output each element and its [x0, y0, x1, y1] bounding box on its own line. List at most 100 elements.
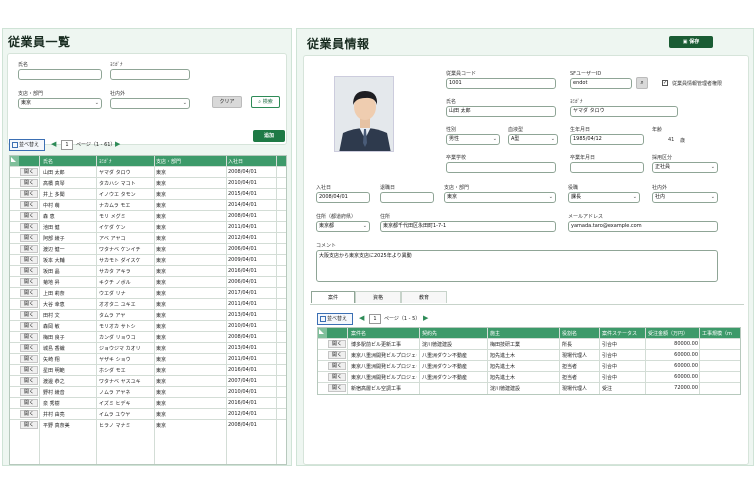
project-sort-button[interactable]: 並べ替え: [317, 313, 353, 325]
open-button[interactable]: 開く: [328, 373, 346, 381]
search-button[interactable]: ⌕ 検索: [251, 96, 280, 108]
clear-button[interactable]: クリア: [212, 96, 242, 108]
table-row[interactable]: 開く 上田 莉奈 ウエダ リナ 東京 2017/04/01: [10, 287, 286, 298]
next-page-icon[interactable]: ▶: [423, 314, 428, 323]
lookup-icon[interactable]: ⌕: [636, 77, 648, 89]
retire-input[interactable]: [380, 192, 434, 203]
table-row[interactable]: 開く 坂田 晶 サカタ アキラ 東京 2016/04/01: [10, 265, 286, 276]
table-row[interactable]: 開く 平野 真奈美 ヒラノ マナミ 東京 2008/04/01: [10, 419, 286, 430]
open-button[interactable]: 開く: [20, 344, 38, 352]
table-row[interactable]: 開く 池田 健 イケダ ケン 東京 2011/04/01: [10, 221, 286, 232]
kana-input[interactable]: ヤマダ タロウ: [570, 106, 678, 117]
sort-button[interactable]: 並べ替え: [9, 139, 45, 151]
open-button[interactable]: 開く: [20, 355, 38, 363]
inout-select[interactable]: 社内 ⌄: [652, 192, 718, 203]
open-button[interactable]: 開く: [328, 340, 346, 348]
blood-select[interactable]: A型 ⌄: [508, 134, 558, 145]
table-row[interactable]: 開く 星田 明範 ホシダ モエ 東京 2016/04/01: [10, 364, 286, 375]
open-button[interactable]: 開く: [20, 190, 38, 198]
table-row[interactable]: 開く 井上 多聞 イノウエ タモン 東京 2015/04/01: [10, 188, 286, 199]
add-button[interactable]: 追加: [253, 130, 285, 142]
tab-projects[interactable]: 案件: [311, 291, 355, 303]
col-name[interactable]: 氏名: [43, 158, 53, 165]
position-select[interactable]: 課長 ⌄: [568, 192, 640, 203]
col-contractor[interactable]: 契約先: [422, 330, 437, 337]
search-kana-input[interactable]: [110, 69, 190, 80]
open-button[interactable]: 開く: [20, 212, 38, 220]
gender-select[interactable]: 男性 ⌄: [446, 134, 500, 145]
search-inout-select[interactable]: ⌄: [110, 98, 190, 109]
open-button[interactable]: 開く: [328, 384, 346, 392]
address-input[interactable]: 東京都千代田区永田町1-7-1: [380, 221, 556, 232]
table-row[interactable]: 開く 新宿高層ビル空調工事 淀川徳建建設 現場代理人 受注 72000.00: [318, 382, 740, 393]
hire-type-select[interactable]: 正社員 ⌄: [652, 162, 718, 173]
open-button[interactable]: 開く: [20, 256, 38, 264]
table-row[interactable]: 開く森 恵 モリ メグミ 東京 2008/04/01: [10, 210, 286, 221]
table-row[interactable]: 開く 阿部 綾子 アベ アヤコ 東京 2012/04/01: [10, 232, 286, 243]
open-button[interactable]: 開く: [20, 267, 38, 275]
tab-qualifications[interactable]: 資格: [355, 291, 401, 303]
select-all-icon[interactable]: [318, 328, 327, 338]
col-owner[interactable]: 施主: [490, 330, 500, 337]
col-amount[interactable]: 受注金額（万円）: [648, 330, 688, 337]
col-branch[interactable]: 支店・部門: [156, 158, 181, 165]
open-button[interactable]: 開く: [328, 362, 346, 370]
table-row[interactable]: 開く 菊地 昇 キクチ ノボル 東京 2006/04/01: [10, 276, 286, 287]
col-kana[interactable]: ﾖﾐｶﾞﾅ: [99, 158, 112, 165]
tab-education[interactable]: 教育: [401, 291, 447, 303]
table-row[interactable]: 開く 東京八重洲開発ビルプロジェク 八重洲ダウン不動産 旭先進土木 担当者 引合中 6000…: [318, 360, 740, 371]
table-row[interactable]: 開く 矢崎 翔 ヤザキ ショウ 東京 2011/04/01: [10, 353, 286, 364]
open-button[interactable]: 開く: [328, 351, 346, 359]
open-button[interactable]: 開く: [20, 333, 38, 341]
table-row[interactable]: 開く 東京八重洲開発ビルプロジェク 八重洲ダウン不動産 旭先進土木 現場代理人 引合中 60…: [318, 349, 740, 360]
school-input[interactable]: [446, 162, 556, 173]
table-row[interactable]: 開く 東京八重洲開発ビルプロジェク 八重洲ダウン不動産 旭先進土木 担当者 引合中 6000…: [318, 371, 740, 382]
open-button[interactable]: 開く: [20, 179, 38, 187]
open-button[interactable]: 開く: [20, 311, 38, 319]
table-row[interactable]: 開く 梅田 良子 カンダ リョウコ 東京 2008/04/01: [10, 331, 286, 342]
open-button[interactable]: 開く: [20, 289, 38, 297]
admin-checkbox[interactable]: ✓: [662, 80, 668, 86]
table-row[interactable]: 開く 渡辺 健一 ワタナベ ケンイチ 東京 2006/04/01: [10, 243, 286, 254]
table-row[interactable]: 開く 井村 由亮 イムラ ユウヤ 東京 2012/04/01: [10, 408, 286, 419]
gradyear-input[interactable]: [570, 162, 644, 173]
table-row[interactable]: 開く 山田 太郎 ヤマダ タロウ 東京 2008/04/01: [10, 166, 286, 177]
pref-select[interactable]: 東京都 ⌄: [316, 221, 370, 232]
table-row[interactable]: 開く 渡邊 恭之 ワタナベ ヤスユキ 東京 2007/04/01: [10, 375, 286, 386]
table-row[interactable]: 開く 博多駅前ビル更新工事 淀川徳建建設 梅田技研工業 所長 引合中 80000.00: [318, 338, 740, 349]
project-page-input[interactable]: 1: [369, 314, 381, 324]
col-status[interactable]: 案件ステータス: [602, 330, 637, 337]
col-scale[interactable]: 工事規模（m: [702, 330, 732, 337]
table-row[interactable]: 開く 中村 萌 ナカムラ モエ 東京 2014/04/01: [10, 199, 286, 210]
join-input[interactable]: 2008/04/01: [316, 192, 370, 203]
open-button[interactable]: 開く: [20, 245, 38, 253]
table-row[interactable]: 開く泉 秀樹 イズミ ヒデキ 東京 2016/04/01: [10, 397, 286, 408]
open-button[interactable]: 開く: [20, 201, 38, 209]
open-button[interactable]: 開く: [20, 223, 38, 231]
open-button[interactable]: 開く: [20, 300, 38, 308]
name-input[interactable]: 山田 太郎: [446, 106, 556, 117]
open-button[interactable]: 開く: [20, 377, 38, 385]
empcode-input[interactable]: 1001: [446, 78, 556, 89]
open-button[interactable]: 開く: [20, 421, 38, 429]
col-project[interactable]: 案件名: [351, 330, 366, 337]
branch-select[interactable]: 東京 ⌄: [444, 192, 556, 203]
table-row[interactable]: 開く 大谷 幸恵 オオタニ ユキエ 東京 2011/04/01: [10, 298, 286, 309]
open-button[interactable]: 開く: [20, 388, 38, 396]
save-button[interactable]: ▣ 保存: [669, 36, 713, 48]
search-branch-select[interactable]: 東京 ⌄: [18, 98, 102, 109]
table-row[interactable]: 開く 高橋 真琴 タカハシ マコト 東京 2010/04/01: [10, 177, 286, 188]
birth-input[interactable]: 1985/04/12: [570, 134, 644, 145]
prev-page-icon[interactable]: ◀: [51, 140, 56, 149]
comment-textarea[interactable]: 大阪支店から東京支店に2025年より異動: [316, 250, 718, 282]
email-input[interactable]: yamada.taro@example.com: [568, 221, 718, 232]
col-joindate[interactable]: 入社日: [228, 158, 243, 165]
col-role[interactable]: 役割名: [562, 330, 577, 337]
open-button[interactable]: 開く: [20, 278, 38, 286]
table-row[interactable]: 開く 野村 綾音 ノムラ アヤネ 東京 2010/04/01: [10, 386, 286, 397]
open-button[interactable]: 開く: [20, 234, 38, 242]
table-row[interactable]: 開く 田村 文 タムラ アヤ 東京 2013/04/01: [10, 309, 286, 320]
table-row[interactable]: 開く 森岡 敏 モリオカ サトシ 東京 2010/04/01: [10, 320, 286, 331]
prev-page-icon[interactable]: ◀: [359, 314, 364, 323]
open-button[interactable]: 開く: [20, 322, 38, 330]
